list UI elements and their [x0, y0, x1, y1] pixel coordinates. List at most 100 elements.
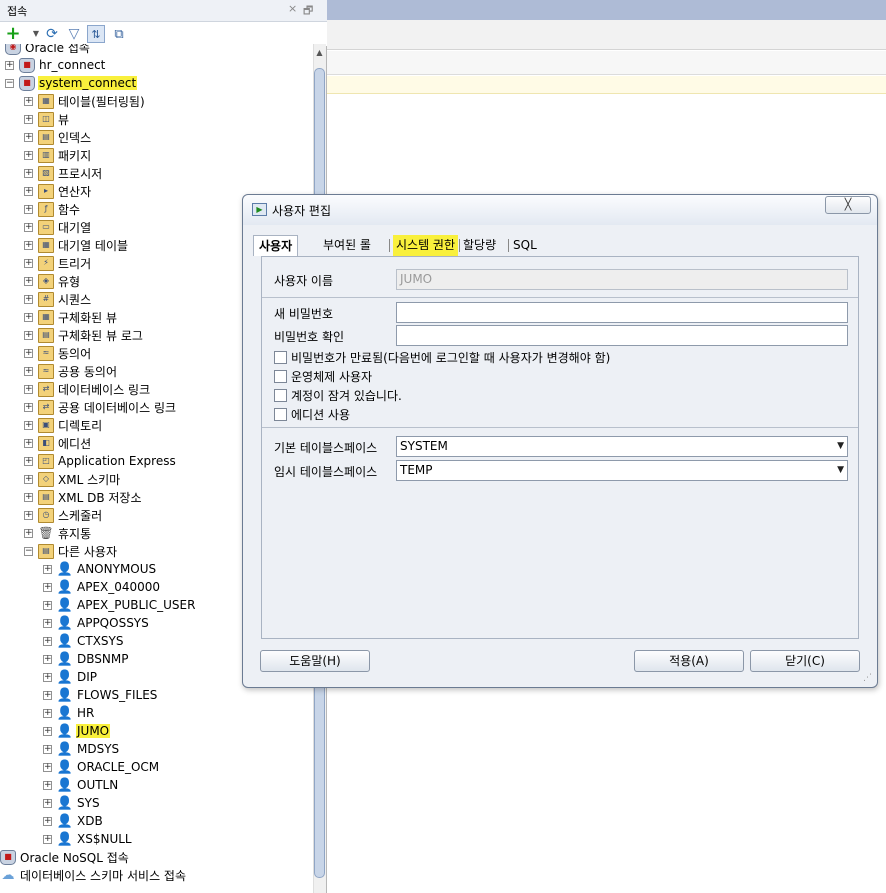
- expand-icon[interactable]: +: [24, 492, 33, 502]
- expand-icon[interactable]: +: [24, 150, 33, 160]
- tree-node-user[interactable]: + 👤 DIP: [43, 668, 98, 686]
- default-tablespace-select[interactable]: SYSTEM ▼: [396, 436, 848, 457]
- collapse-icon[interactable]: −: [5, 78, 14, 88]
- expand-icon[interactable]: +: [43, 690, 52, 700]
- expand-icon[interactable]: +: [24, 222, 33, 232]
- scroll-up-arrow-icon[interactable]: ▲: [314, 48, 325, 62]
- expand-icon[interactable]: +: [24, 132, 33, 142]
- expand-icon[interactable]: +: [24, 366, 33, 376]
- tree-node-user[interactable]: + 👤 DBSNMP: [43, 650, 129, 668]
- expand-icon[interactable]: +: [24, 438, 33, 448]
- resize-grip-icon[interactable]: ⋰: [863, 673, 872, 683]
- os-user-checkbox[interactable]: [274, 370, 287, 383]
- tab-user[interactable]: 사용자: [253, 235, 299, 256]
- tree-node-user[interactable]: + 👤 MDSYS: [43, 740, 120, 758]
- expand-icon[interactable]: +: [24, 474, 33, 484]
- expand-icon[interactable]: +: [24, 420, 33, 430]
- expand-icon[interactable]: +: [5, 60, 14, 70]
- tree-node-category[interactable]: + ◈ 유형: [24, 272, 81, 290]
- expand-icon[interactable]: +: [24, 258, 33, 268]
- expand-icon[interactable]: +: [24, 402, 33, 412]
- expand-icon[interactable]: +: [43, 654, 52, 664]
- tree-node-category[interactable]: + ▦ 구체화된 뷰: [24, 308, 118, 326]
- edition-enabled-checkbox-row[interactable]: 에디션 사용: [274, 406, 350, 423]
- tree-node-user[interactable]: + 👤 APPQOSSYS: [43, 614, 150, 632]
- tree-node-category[interactable]: + ⚡ 트리거: [24, 254, 92, 272]
- tab-granted-roles[interactable]: 부여된 롤: [320, 235, 374, 256]
- tree-node-user[interactable]: + 👤 JUMO: [43, 722, 111, 740]
- tree-node-category[interactable]: + ▧ 프로시저: [24, 164, 103, 182]
- expand-icon[interactable]: +: [24, 204, 33, 214]
- panel-close-icon[interactable]: ×: [288, 2, 297, 15]
- tree-node-category[interactable]: + # 시퀀스: [24, 290, 92, 308]
- tree-node-category[interactable]: + ≈ 동의어: [24, 344, 92, 362]
- tree-node-category[interactable]: + ◇ XML 스키마: [24, 470, 121, 488]
- tree-node-user[interactable]: + 👤 CTXSYS: [43, 632, 125, 650]
- expand-icon[interactable]: +: [43, 816, 52, 826]
- tree-node-category[interactable]: + ƒ 함수: [24, 200, 81, 218]
- tree-node-category[interactable]: + ▤ 구체화된 뷰 로그: [24, 326, 144, 344]
- expand-icon[interactable]: +: [43, 762, 52, 772]
- expand-icon[interactable]: +: [43, 582, 52, 592]
- refresh-icon[interactable]: ⟳: [43, 25, 61, 43]
- expand-icon[interactable]: +: [24, 168, 33, 178]
- dialog-close-button[interactable]: ╳: [825, 196, 871, 214]
- expand-icon[interactable]: +: [43, 600, 52, 610]
- expand-icon[interactable]: +: [43, 834, 52, 844]
- tree-node-category[interactable]: + ▤ 인덱스: [24, 128, 92, 146]
- tree-node-user[interactable]: + 👤 ORACLE_OCM: [43, 758, 160, 776]
- expand-icon[interactable]: +: [24, 456, 33, 466]
- tree-node-user[interactable]: + 👤 APEX_PUBLIC_USER: [43, 596, 196, 614]
- tree-node-cloud-service[interactable]: ☁ 데이터베이스 스키마 서비스 접속: [0, 866, 187, 884]
- expand-icon[interactable]: +: [43, 726, 52, 736]
- account-locked-checkbox[interactable]: [274, 389, 287, 402]
- tree-node-category[interactable]: + ◷ 스케줄러: [24, 506, 103, 524]
- schema-browser-icon[interactable]: ⇅: [87, 25, 105, 43]
- plus-icon[interactable]: +: [4, 25, 22, 43]
- tree-node-user[interactable]: + 👤 FLOWS_FILES: [43, 686, 158, 704]
- expand-icon[interactable]: +: [24, 312, 33, 322]
- tree-node-connection[interactable]: + ■ hr_connect: [5, 56, 106, 74]
- tree-node-category[interactable]: + ▭ 대기열: [24, 218, 92, 236]
- tree-node-user[interactable]: + 👤 XDB: [43, 812, 104, 830]
- panel-restore-icon[interactable]: 🗗: [303, 2, 313, 21]
- expand-icon[interactable]: +: [43, 636, 52, 646]
- expand-icon[interactable]: +: [43, 744, 52, 754]
- apply-button[interactable]: 적용(A): [634, 650, 744, 672]
- tree-node-category[interactable]: + ▦ 테이블(필터링됨): [24, 92, 146, 110]
- expand-icon[interactable]: +: [24, 96, 33, 106]
- tree-node-nosql[interactable]: ■ Oracle NoSQL 접속: [0, 848, 130, 866]
- expand-icon[interactable]: +: [24, 240, 33, 250]
- expand-icon[interactable]: +: [24, 528, 33, 538]
- expand-icon[interactable]: +: [24, 348, 33, 358]
- dialog-titlebar[interactable]: ▶ 사용자 편집 ╳: [243, 195, 877, 225]
- tab-quotas[interactable]: 할당량: [460, 235, 499, 256]
- tree-node-category[interactable]: + ▸ 연산자: [24, 182, 92, 200]
- temp-tablespace-select[interactable]: TEMP ▼: [396, 460, 848, 481]
- os-user-checkbox-row[interactable]: 운영체제 사용자: [274, 368, 372, 385]
- tree-node-user[interactable]: + 👤 APEX_040000: [43, 578, 161, 596]
- new-password-field[interactable]: [396, 302, 848, 323]
- expand-icon[interactable]: +: [43, 798, 52, 808]
- tree-node-category[interactable]: + ▥ 패키지: [24, 146, 92, 164]
- tree-node-user[interactable]: + 👤 OUTLN: [43, 776, 119, 794]
- help-button[interactable]: 도움말(H): [260, 650, 370, 672]
- tree-node-user[interactable]: + 👤 ANONYMOUS: [43, 560, 157, 578]
- collapse-icon[interactable]: −: [24, 546, 33, 556]
- expand-icon[interactable]: +: [24, 510, 33, 520]
- expand-icon[interactable]: +: [24, 276, 33, 286]
- new-window-icon[interactable]: ⧉: [110, 25, 128, 43]
- expand-icon[interactable]: +: [24, 294, 33, 304]
- close-button[interactable]: 닫기(C): [750, 650, 860, 672]
- tree-node-connection[interactable]: − ■ system_connect: [5, 74, 138, 92]
- password-expired-checkbox[interactable]: [274, 351, 287, 364]
- expand-icon[interactable]: +: [24, 114, 33, 124]
- tree-node-category[interactable]: + ⇄ 데이터베이스 링크: [24, 380, 151, 398]
- tree-node-category[interactable]: + ▤ XML DB 저장소: [24, 488, 142, 506]
- tree-node-oracle-connections[interactable]: ◉ Oracle 접속: [5, 44, 91, 56]
- tab-system-privileges[interactable]: 시스템 권한: [393, 235, 459, 256]
- expand-icon[interactable]: +: [43, 672, 52, 682]
- expand-icon[interactable]: +: [43, 708, 52, 718]
- tree-node-user[interactable]: + 👤 XS$NULL: [43, 830, 133, 848]
- tree-node-category[interactable]: + ▦ 대기열 테이블: [24, 236, 129, 254]
